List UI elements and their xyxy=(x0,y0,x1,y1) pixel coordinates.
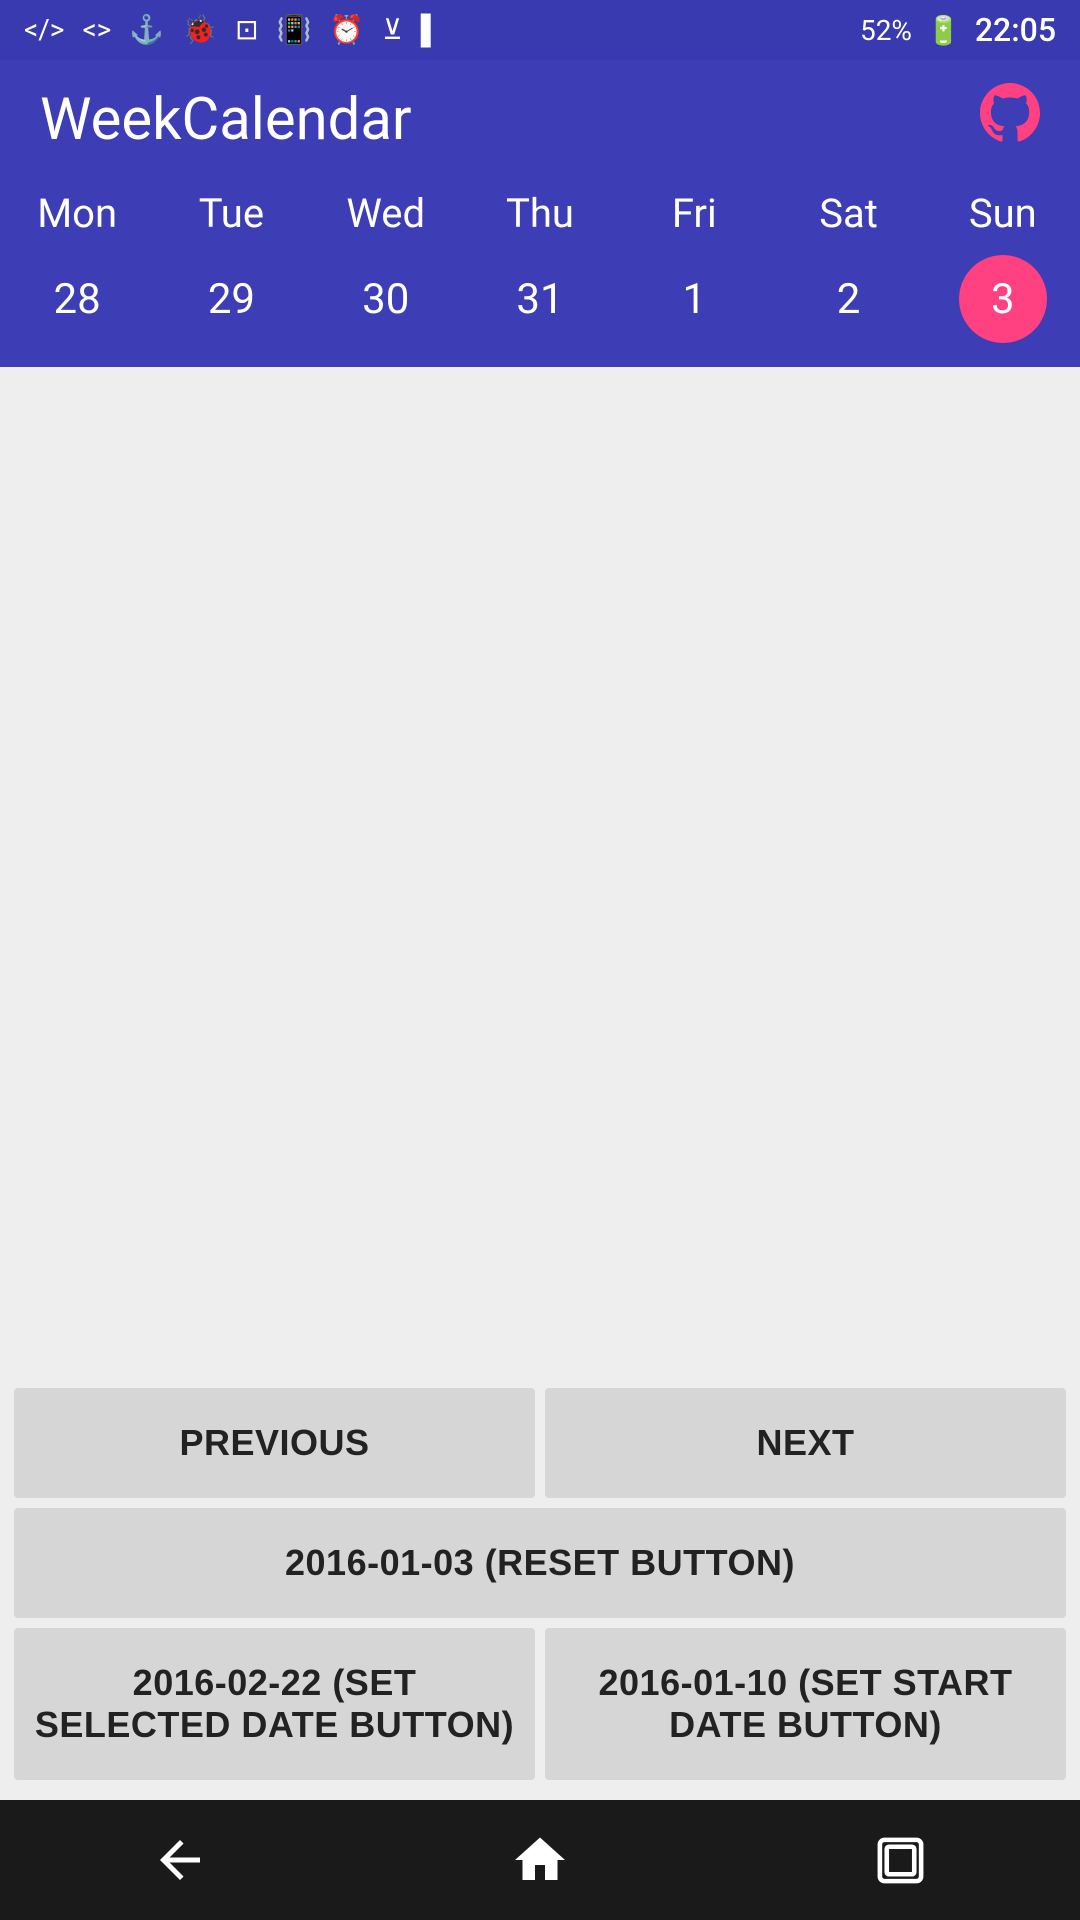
bottom-nav xyxy=(0,1800,1080,1920)
day-name-mon: Mon xyxy=(37,190,117,237)
github-icon[interactable] xyxy=(980,83,1040,158)
day-number-sun: 3 xyxy=(959,255,1047,343)
day-number-mon: 28 xyxy=(33,255,121,343)
app-bar: WeekCalendar xyxy=(0,60,1080,180)
day-name-tue: Tue xyxy=(199,190,264,237)
previous-button[interactable]: PREVIOUS xyxy=(14,1388,535,1498)
day-number-sat: 2 xyxy=(805,255,893,343)
bug-icon: 🐞 xyxy=(182,16,217,44)
day-number-thu: 31 xyxy=(496,255,584,343)
set-dates-row: 2016-02-22 (SET SELECTED DATE BUTTON) 20… xyxy=(14,1628,1066,1780)
day-number-fri: 1 xyxy=(650,255,738,343)
day-number-tue: 29 xyxy=(187,255,275,343)
set-start-date-button[interactable]: 2016-01-10 (SET START DATE BUTTON) xyxy=(545,1628,1066,1780)
prev-next-row: PREVIOUS NEXT xyxy=(14,1388,1066,1498)
battery-percent: 52% xyxy=(860,14,912,47)
day-name-sun: Sun xyxy=(969,190,1037,237)
day-col-tue[interactable]: Tue 29 xyxy=(154,180,308,357)
signal-icon: ▌ xyxy=(421,16,441,44)
day-col-wed[interactable]: Wed 30 xyxy=(309,180,463,357)
reset-row: 2016-01-03 (RESET BUTTON) xyxy=(14,1508,1066,1618)
code2-icon: <> xyxy=(82,16,111,44)
day-col-mon[interactable]: Mon 28 xyxy=(0,180,154,357)
status-icons-left: </> <> ⚓ 🐞 ⊡ 📳 ⏰ ⊻ ▌ xyxy=(24,16,441,44)
status-right: 52% 🔋 22:05 xyxy=(860,11,1056,49)
calendar-body xyxy=(0,367,1080,1378)
day-col-sun[interactable]: Sun 3 xyxy=(926,180,1080,357)
day-name-thu: Thu xyxy=(506,190,574,237)
set-selected-date-button[interactable]: 2016-02-22 (SET SELECTED DATE BUTTON) xyxy=(14,1628,535,1780)
vibrate-icon: 📳 xyxy=(277,16,312,44)
day-col-sat[interactable]: Sat 2 xyxy=(771,180,925,357)
day-number-wed: 30 xyxy=(342,255,430,343)
wifi-icon: ⊻ xyxy=(382,16,403,44)
day-name-wed: Wed xyxy=(346,190,425,237)
code-icon: </> xyxy=(24,16,64,44)
main-content: PREVIOUS NEXT 2016-01-03 (RESET BUTTON) … xyxy=(0,367,1080,1800)
alarm-icon: ⏰ xyxy=(329,16,364,44)
battery-icon: 🔋 xyxy=(926,14,961,47)
day-name-sat: Sat xyxy=(819,190,878,237)
back-button[interactable] xyxy=(130,1820,230,1900)
cast-icon: ⊡ xyxy=(235,16,258,44)
reset-button[interactable]: 2016-01-03 (RESET BUTTON) xyxy=(14,1508,1066,1618)
day-name-fri: Fri xyxy=(672,190,717,237)
next-button[interactable]: NEXT xyxy=(545,1388,1066,1498)
buttons-area: PREVIOUS NEXT 2016-01-03 (RESET BUTTON) … xyxy=(0,1378,1080,1800)
day-col-fri[interactable]: Fri 1 xyxy=(617,180,771,357)
home-button[interactable] xyxy=(490,1820,590,1900)
status-bar: </> <> ⚓ 🐞 ⊡ 📳 ⏰ ⊻ ▌ 52% 🔋 22:05 xyxy=(0,0,1080,60)
status-time: 22:05 xyxy=(975,11,1056,49)
day-col-thu[interactable]: Thu 31 xyxy=(463,180,617,357)
week-calendar-header: Mon 28 Tue 29 Wed 30 Thu 31 Fri 1 Sat 2 … xyxy=(0,180,1080,367)
app-title: WeekCalendar xyxy=(40,86,412,154)
usb-icon: ⚓ xyxy=(129,16,164,44)
recents-button[interactable] xyxy=(850,1820,950,1900)
